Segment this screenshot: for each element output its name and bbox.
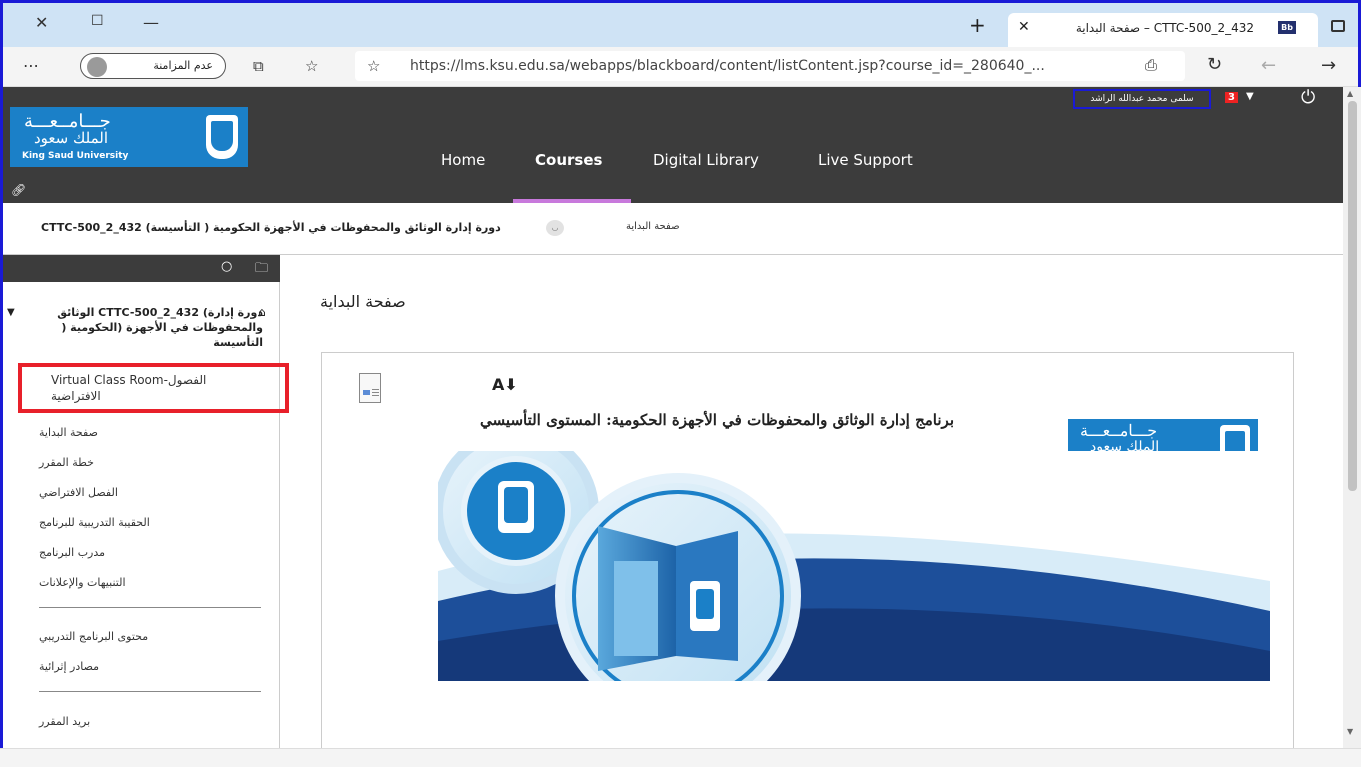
content-card: A⬇ برنامج إدارة الوثائق والمحفوظات في ال… xyxy=(321,352,1294,767)
sidebar-item[interactable]: بريد المقرر xyxy=(39,715,90,728)
sidebar-item[interactable]: مصادر إثرائية xyxy=(39,660,99,673)
caret-down-icon[interactable]: ▼ xyxy=(1246,91,1254,102)
sidebar-item[interactable]: الفصل الافتراضي xyxy=(39,486,118,499)
title-bar: ✕ ☐ — + ✕ CTTC-500_2_432 – صفحة البداية … xyxy=(3,3,1358,47)
new-tab-icon[interactable]: + xyxy=(969,15,986,35)
course-title[interactable]: دورة إدارة) CTTC-500_2_432 الوثائق والمح… xyxy=(23,305,263,350)
tab-title: CTTC-500_2_432 – صفحة البداية xyxy=(1075,21,1254,35)
nav-digital-library[interactable]: Digital Library xyxy=(653,151,759,169)
logo-english: King Saud University xyxy=(22,151,129,161)
profile-avatar xyxy=(87,57,107,77)
nav-home[interactable]: Home xyxy=(441,151,485,169)
address-bar: ⋯ عدم المزامنة ⧉ ☆ ☆ https://lms.ksu.edu… xyxy=(3,47,1358,87)
sidebar-item[interactable]: الحقيبة التدريبية للبرنامج xyxy=(39,516,150,529)
sidebar-item-virtual-class-room[interactable]: Virtual Class Room-الفصول الافتراضية xyxy=(51,372,251,404)
status-strip xyxy=(0,748,1361,767)
card-logo-arabic-line1: جـــامــعـــة xyxy=(1080,421,1158,440)
close-window-icon[interactable]: ✕ xyxy=(35,13,48,32)
more-icon[interactable]: ⋯ xyxy=(23,56,39,75)
sync-label: عدم المزامنة xyxy=(153,59,213,72)
home-icon: ⌂ xyxy=(258,305,266,319)
course-banner-image xyxy=(438,451,1270,681)
notification-badge[interactable]: 3 xyxy=(1225,92,1238,103)
forward-icon[interactable]: ← xyxy=(1261,55,1276,76)
add-favorite-icon[interactable]: ☆ xyxy=(367,57,380,75)
nav-courses[interactable]: Courses xyxy=(535,151,602,169)
link-icon[interactable]: 🔗︎ xyxy=(11,183,26,197)
scrollbar-thumb[interactable] xyxy=(1348,101,1357,491)
sidebar-item[interactable]: التنبيهات والإعلانات xyxy=(39,576,126,589)
lms-header: جـــامــعـــة الملك سعود King Saud Unive… xyxy=(3,87,1343,203)
sidebar-divider xyxy=(39,607,261,608)
logo-arabic-line2: الملك سعود xyxy=(34,129,109,147)
collapse-caret-icon[interactable]: ▼ xyxy=(7,307,15,318)
back-icon[interactable]: → xyxy=(1321,55,1336,76)
tab-actions-icon[interactable] xyxy=(1331,20,1345,32)
breadcrumb: دورة إدارة الوثائق والمحفوظات في الأجهزة… xyxy=(3,203,1343,255)
scroll-down-icon[interactable]: ▼ xyxy=(1347,727,1353,736)
url-text: https://lms.ksu.edu.sa/webapps/blackboar… xyxy=(410,58,1045,74)
browser-tab[interactable]: ✕ CTTC-500_2_432 – صفحة البداية Bb xyxy=(1008,13,1318,47)
sidebar-item[interactable]: خطة المقرر xyxy=(39,456,94,469)
sidebar-divider xyxy=(39,691,261,692)
sidebar-item[interactable]: صفحة البداية xyxy=(39,426,98,439)
refresh-menu-icon[interactable]: ○ xyxy=(221,259,232,274)
banner-illustration xyxy=(438,451,1270,681)
favorites-icon[interactable]: ☆ xyxy=(305,57,318,75)
course-menu: ○ 🗀︎ ▼ دورة إدارة) CTTC-500_2_432 الوثائ… xyxy=(3,255,289,767)
breadcrumb-page: صفحة البداية xyxy=(626,221,680,232)
scroll-up-icon[interactable]: ▲ xyxy=(1347,89,1353,98)
sidebar-item[interactable]: مدرب البرنامج xyxy=(39,546,105,559)
refresh-icon[interactable]: ↻ xyxy=(1207,54,1222,75)
sidebar-item[interactable]: محتوى البرنامج التدريبي xyxy=(39,630,148,643)
course-menu-toolbar: ○ 🗀︎ xyxy=(3,255,280,282)
collections-icon[interactable]: ⧉ xyxy=(253,57,264,75)
reader-mode-icon[interactable]: ⎙ xyxy=(1145,56,1157,74)
text-size-icon[interactable]: A⬇ xyxy=(492,375,518,394)
sync-button[interactable]: عدم المزامنة xyxy=(80,53,226,79)
breadcrumb-menu-icon[interactable]: ◡ xyxy=(546,220,564,236)
nav-live-support[interactable]: Live Support xyxy=(818,151,913,169)
minimize-icon[interactable]: — xyxy=(143,13,159,32)
document-icon xyxy=(359,373,381,403)
tab-close-icon[interactable]: ✕ xyxy=(1018,19,1030,35)
card-title: برنامج إدارة الوثائق والمحفوظات في الأجه… xyxy=(480,411,954,429)
breadcrumb-course[interactable]: دورة إدارة الوثائق والمحفوظات في الأجهزة… xyxy=(41,221,501,234)
page-scrollbar[interactable]: ▲ ▼ xyxy=(1343,87,1361,767)
user-name-link[interactable]: سلمى محمد عبدالله الراشد xyxy=(1073,89,1211,109)
logout-power-icon[interactable]: ⏻ xyxy=(1301,87,1315,108)
university-seal-icon xyxy=(206,115,238,159)
maximize-icon[interactable]: ☐ xyxy=(91,13,104,29)
blackboard-favicon-icon: Bb xyxy=(1278,21,1296,34)
url-field[interactable]: ☆ https://lms.ksu.edu.sa/webapps/blackbo… xyxy=(355,51,1185,81)
university-logo[interactable]: جـــامــعـــة الملك سعود King Saud Unive… xyxy=(10,107,248,167)
page-title: صفحة البداية xyxy=(320,292,406,311)
folder-view-icon[interactable]: 🗀︎ xyxy=(255,259,268,281)
